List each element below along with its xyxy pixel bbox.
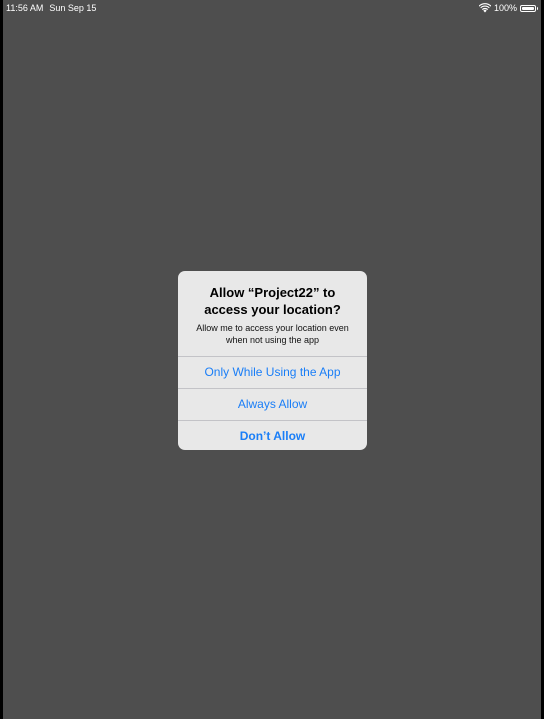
status-time: 11:56 AM (6, 3, 44, 13)
dont-allow-button[interactable]: Don’t Allow (178, 421, 367, 450)
battery-percent: 100% (493, 3, 517, 13)
only-while-using-button[interactable]: Only While Using the App (178, 357, 367, 389)
alert-title: Allow “Project22” to access your locatio… (204, 285, 341, 317)
battery-fill (522, 6, 534, 10)
wifi-icon (478, 3, 491, 13)
always-allow-button[interactable]: Always Allow (178, 389, 367, 421)
battery-cap (536, 6, 538, 10)
location-permission-alert: Allow “Project22” to access your locatio… (178, 271, 367, 450)
screen: 11:56 AM Sun Sep 15 100% Allow “Project22… (3, 0, 541, 719)
alert-header: Allow “Project22” to access your locatio… (178, 271, 367, 357)
battery-icon (520, 4, 538, 12)
status-right: 100% (478, 0, 538, 16)
status-bar: 11:56 AM Sun Sep 15 100% (3, 0, 541, 16)
status-left: 11:56 AM Sun Sep 15 (6, 0, 96, 16)
status-date: Sun Sep 15 (49, 3, 97, 13)
alert-message: Allow me to access your location even wh… (196, 323, 349, 345)
